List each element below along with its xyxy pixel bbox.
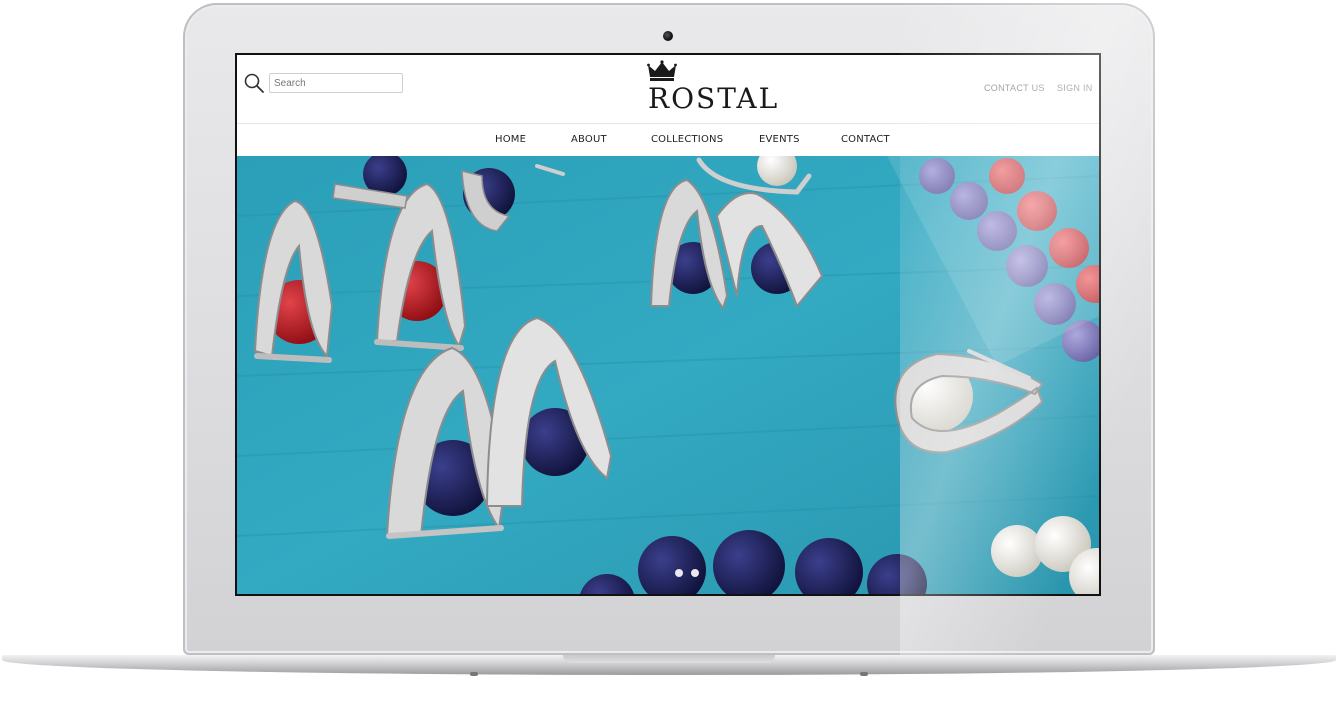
laptop-foot bbox=[470, 672, 478, 676]
logo-text: ROSTAL bbox=[648, 82, 780, 115]
main-nav: HOME ABOUT COLLECTIONS EVENTS CONTACT bbox=[237, 124, 1099, 156]
crown-icon bbox=[647, 60, 677, 81]
nav-events[interactable]: EVENTS bbox=[759, 134, 800, 145]
website-screen: ROSTAL CONTACT US SIGN IN HOME ABOUT COL… bbox=[235, 53, 1101, 596]
search-input[interactable] bbox=[269, 73, 403, 93]
nav-about[interactable]: ABOUT bbox=[571, 134, 607, 145]
site-header: ROSTAL CONTACT US SIGN IN bbox=[237, 55, 1099, 124]
webcam-icon bbox=[663, 31, 673, 41]
nav-home[interactable]: HOME bbox=[495, 134, 526, 145]
site-logo[interactable]: ROSTAL bbox=[645, 60, 777, 118]
slider-dot-2[interactable] bbox=[691, 569, 699, 577]
laptop-foot bbox=[860, 672, 868, 676]
search-icon[interactable] bbox=[243, 72, 265, 94]
sign-in-link[interactable]: SIGN IN bbox=[1057, 83, 1093, 93]
nav-contact[interactable]: CONTACT bbox=[841, 134, 890, 145]
laptop-notch bbox=[563, 655, 775, 663]
nav-collections[interactable]: COLLECTIONS bbox=[651, 134, 723, 145]
hero-image bbox=[237, 156, 1099, 594]
slider-dot-1[interactable] bbox=[675, 569, 683, 577]
contact-us-link[interactable]: CONTACT US bbox=[984, 83, 1045, 93]
